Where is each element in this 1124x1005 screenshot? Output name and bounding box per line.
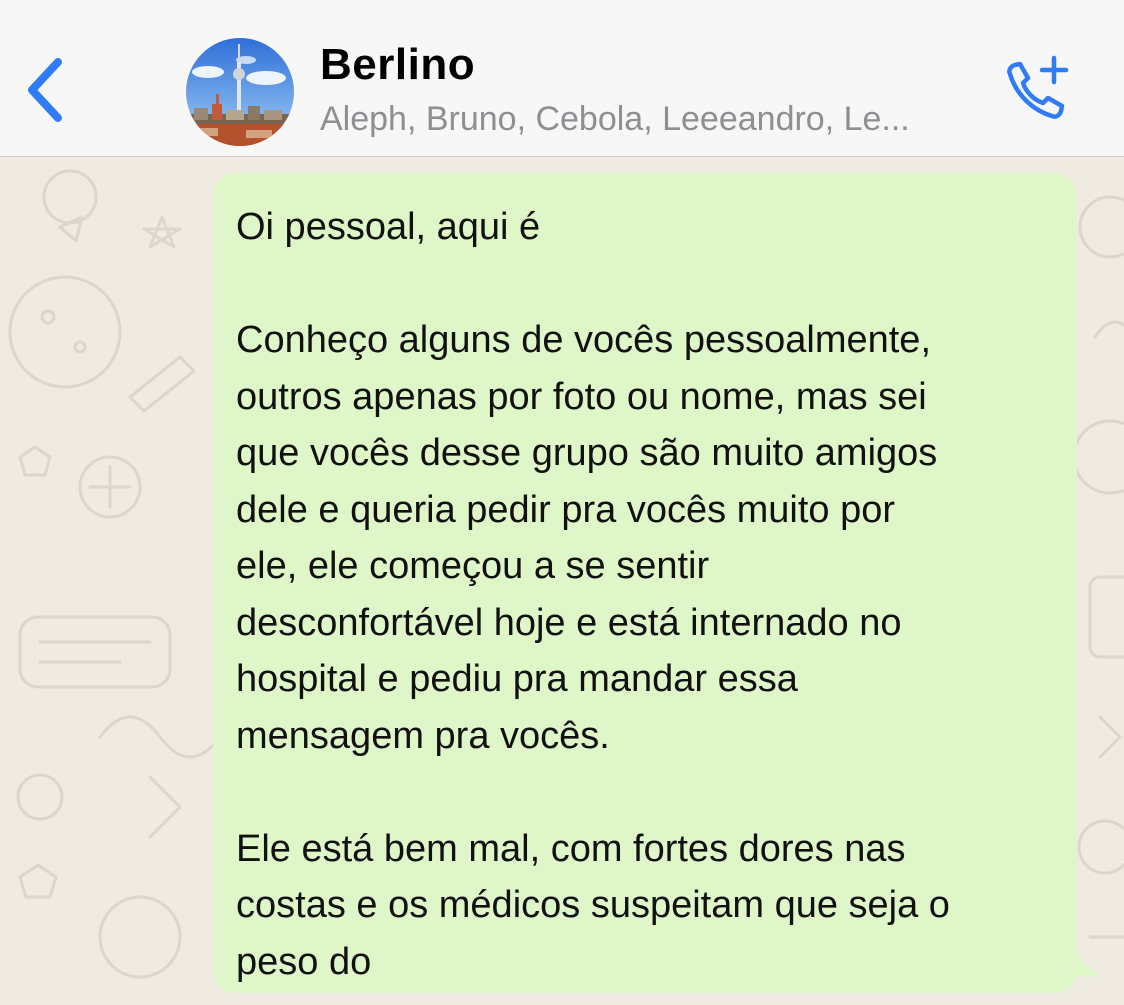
message-paragraph: Oi pessoal, aqui é xyxy=(236,206,541,248)
chevron-left-icon xyxy=(28,58,62,122)
message-bubble[interactable]: Oi pessoal, aqui é Conheço alguns de voc… xyxy=(213,173,1077,993)
group-avatar[interactable] xyxy=(186,38,294,146)
phone-add-icon xyxy=(1007,55,1069,119)
group-members-list[interactable]: Aleph, Bruno, Cebola, Leeeandro, Le... xyxy=(320,100,980,139)
group-photo xyxy=(186,38,294,146)
chat-title[interactable]: Berlino xyxy=(320,40,475,90)
back-button[interactable] xyxy=(18,52,74,130)
chat-area[interactable]: Oi pessoal, aqui é Conheço alguns de voc… xyxy=(0,157,1124,1005)
add-call-button[interactable] xyxy=(996,52,1074,130)
bubble-tail xyxy=(1056,945,1102,977)
message-paragraph: Conheço alguns de vocês pessoalmente, ou… xyxy=(236,319,938,757)
chat-header: Berlino Aleph, Bruno, Cebola, Leeeandro,… xyxy=(0,0,1124,157)
message-paragraph: Ele está bem mal, com fortes dores nas c… xyxy=(236,827,950,983)
